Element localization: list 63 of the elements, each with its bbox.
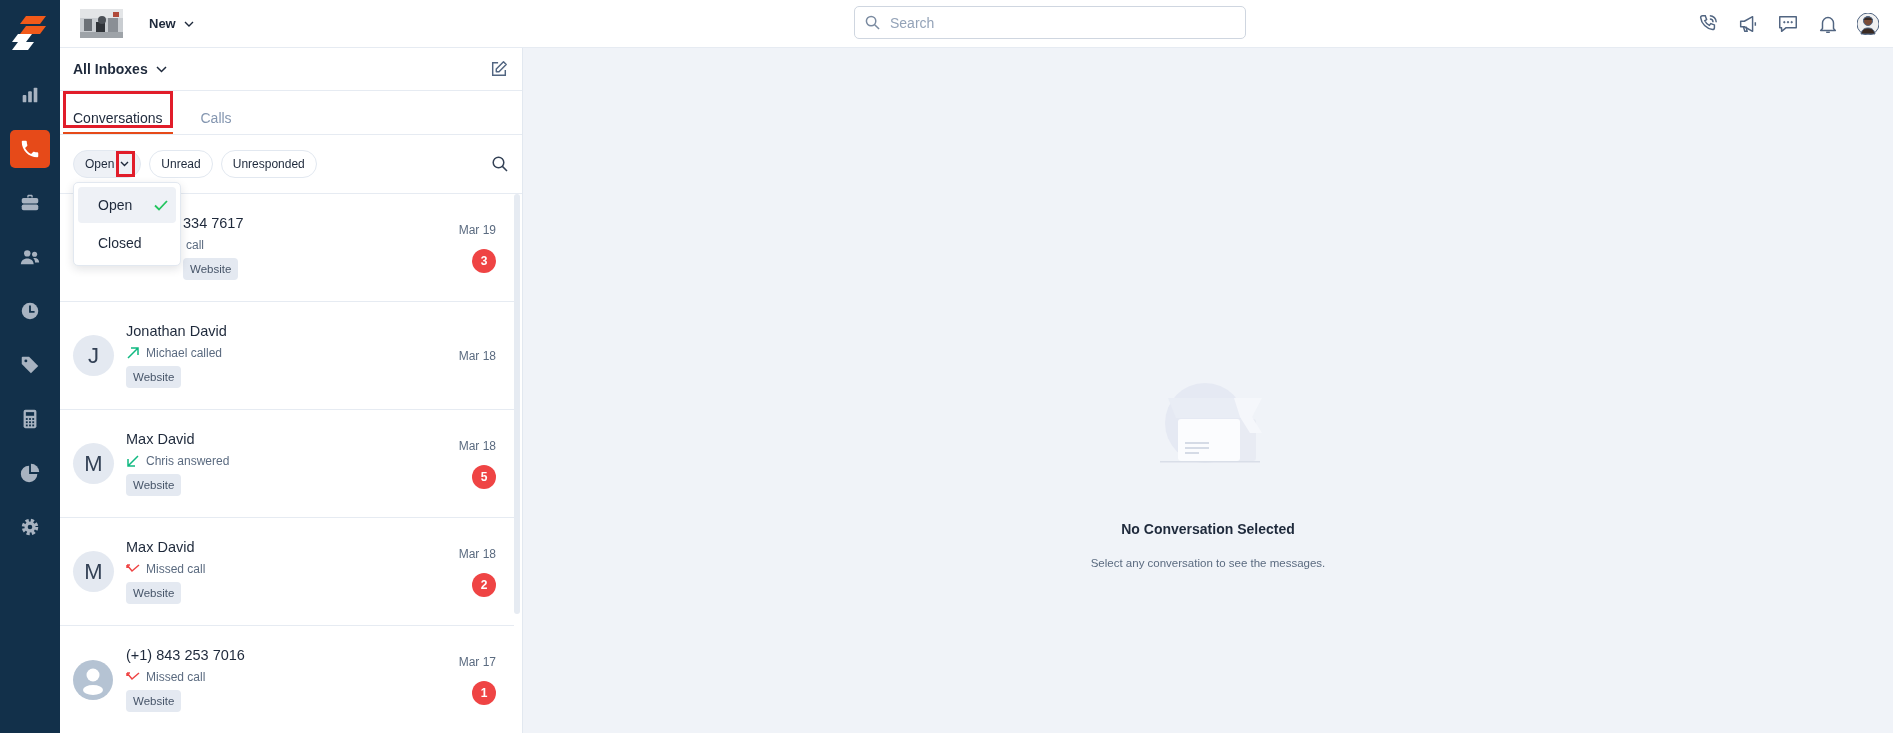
source-tag: Website: [126, 690, 182, 712]
search-button[interactable]: [492, 156, 508, 172]
avatar: M: [73, 443, 114, 484]
chevron-down-icon: [183, 20, 194, 27]
conversation-item[interactable]: J Jonathan David Michael called Website Mar 18: [60, 302, 514, 410]
call-summary: call: [186, 238, 204, 252]
call-summary: Chris answered: [146, 454, 230, 468]
call-summary: Michael called: [146, 346, 223, 360]
unread-badge: 3: [472, 248, 496, 273]
avatar: J: [73, 335, 114, 376]
clock-icon: [19, 300, 41, 322]
date-label: Mar 17: [458, 654, 496, 669]
edit-icon: [490, 60, 508, 78]
search-input[interactable]: Search: [888, 13, 1235, 32]
conversation-item[interactable]: M Max David Chris answered Website Mar 18 5: [60, 410, 514, 518]
gear-icon: [19, 516, 41, 538]
pie-chart-icon: [19, 462, 41, 484]
inbox-selector[interactable]: All Inboxes: [73, 61, 167, 77]
filter-chip[interactable]: Open: [73, 150, 142, 178]
source-tag: Website: [126, 366, 182, 388]
call-summary: Missed call: [146, 562, 206, 576]
contact-name: 334 7617: [183, 215, 244, 231]
nav-item[interactable]: [10, 130, 50, 168]
search-icon: [865, 15, 880, 30]
conversation-item[interactable]: M Max David Missed call Website Mar 18 2: [60, 518, 514, 626]
source-tag: Website: [126, 474, 182, 496]
check-icon: [154, 199, 168, 211]
empty-state-message: Select any conversation to see the messages.: [1090, 557, 1326, 569]
contact-name: (+1) 843 253 7016: [126, 647, 245, 663]
phone-icon: [19, 138, 41, 160]
contact-name: Max David: [126, 431, 195, 447]
source-tag: Website: [126, 582, 182, 604]
filter-chip[interactable]: Unresponded: [220, 150, 317, 178]
incoming-arrow-icon: [126, 454, 140, 468]
date-label: Mar 18: [458, 546, 496, 561]
date-label: Mar 19: [458, 222, 496, 237]
user-avatar-icon[interactable]: [1857, 12, 1879, 35]
tab[interactable]: Conversations: [63, 91, 173, 134]
unread-badge: 2: [472, 572, 496, 597]
tag-icon: [19, 354, 41, 376]
unread-badge: 5: [472, 464, 496, 489]
filter-chip[interactable]: Unread: [149, 150, 213, 178]
chevron-down-icon: [155, 65, 167, 73]
avatar: M: [73, 551, 114, 592]
person-avatar-icon: [73, 659, 113, 700]
contact-name: Jonathan David: [126, 323, 227, 339]
unread-badge: 1: [472, 680, 496, 705]
outgoing-arrow-icon: [126, 346, 140, 360]
source-tag: Website: [183, 258, 239, 280]
dropdown-option[interactable]: Closed: [78, 225, 176, 261]
search-field[interactable]: Search: [854, 6, 1246, 39]
dropdown-option[interactable]: Open: [78, 187, 176, 223]
logo-icon[interactable]: [12, 14, 48, 52]
scrollbar[interactable]: [514, 194, 520, 614]
new-menu-button[interactable]: New: [145, 12, 198, 35]
date-label: Mar 18: [458, 438, 496, 453]
contact-name: Max David: [126, 539, 195, 555]
search-icon: [492, 156, 508, 172]
conversation-item[interactable]: (+1) 843 253 7016 Missed call Website Mar 17 1: [60, 626, 514, 733]
call-summary: Missed call: [146, 670, 206, 684]
compose-button[interactable]: [490, 60, 508, 78]
empty-state-title: No Conversation Selected: [1121, 521, 1295, 537]
date-label: Mar 18: [458, 348, 496, 363]
